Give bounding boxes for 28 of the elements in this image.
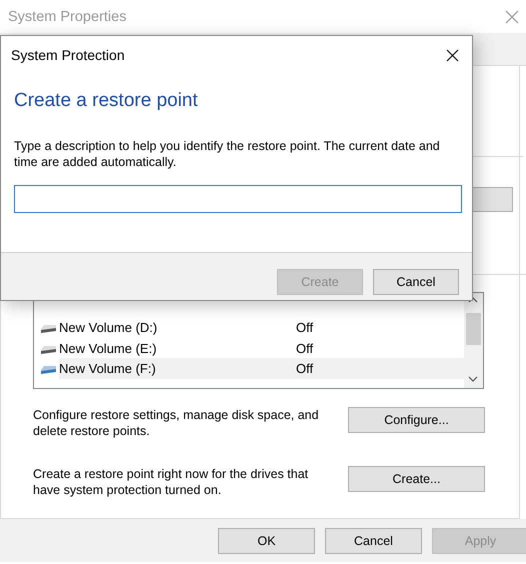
drive-icon [40, 324, 57, 334]
scroll-down-icon[interactable] [468, 376, 478, 382]
dialog-description: Type a description to help you identify the restore point. The current date and time are added automatically. [14, 138, 441, 170]
description-field[interactable] [14, 185, 462, 213]
protection-status: Off [296, 340, 314, 356]
drive-icon [40, 344, 57, 355]
protection-status: Off [296, 361, 314, 376]
window-title: System Properties [8, 8, 126, 24]
drive-icon [40, 365, 57, 376]
drive-row[interactable]: New Volume (F:) Off [59, 358, 464, 380]
dialog-title: System Protection [11, 47, 125, 63]
dialog-button[interactable]: Cancel [373, 269, 459, 295]
configure-description: Configure restore settings, manage disk space, and delete restore points. [33, 407, 320, 439]
scroll-thumb[interactable] [466, 313, 481, 345]
dialog-heading: Create a restore point [14, 90, 199, 112]
create-button[interactable]: Create... [348, 466, 485, 492]
protection-status: Off [296, 320, 314, 335]
create-description: Create a restore point right now for the drives that have system protection turned on. [33, 466, 310, 498]
dialog-button[interactable]: OK [218, 528, 315, 554]
drive-name: New Volume (D:) [59, 320, 158, 335]
close-icon[interactable] [446, 48, 459, 62]
configure-button[interactable]: Configure... [348, 407, 485, 433]
scrollbar[interactable] [464, 293, 483, 388]
drive-name: New Volume (E:) [59, 340, 158, 356]
drive-row[interactable]: New Volume (E:) Off [59, 338, 464, 358]
drive-name: New Volume (F:) [59, 361, 157, 376]
drive-row[interactable]: New Volume (D:) Off [59, 317, 464, 338]
dialog-button[interactable]: Cancel [325, 528, 422, 554]
